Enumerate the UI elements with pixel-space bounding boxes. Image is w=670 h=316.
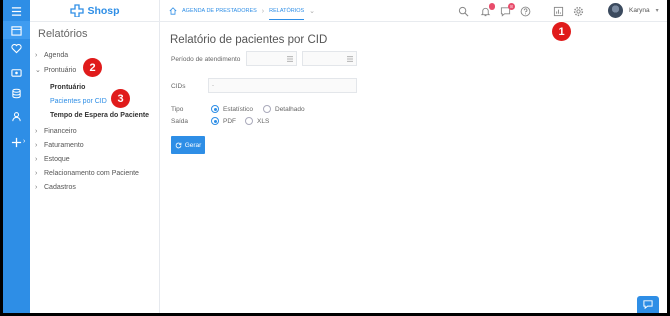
brand-logo[interactable]: Shosp <box>30 0 160 22</box>
sidebar-item-prontuario[interactable]: ⌄ Prontuário <box>35 66 77 75</box>
sidebar-item-label: Cadastros <box>44 184 76 191</box>
avatar[interactable] <box>608 3 623 18</box>
chevron-right-icon: › <box>35 128 38 135</box>
sidebar-item-faturamento[interactable]: › Faturamento <box>35 142 84 149</box>
main-content: Relatório de pacientes por CID Período d… <box>160 22 667 313</box>
sidebar-subitem-pacientes-por-cid[interactable]: Pacientes por CID <box>50 98 107 105</box>
sidebar-item-label: Agenda <box>44 52 69 59</box>
chevron-right-icon: › <box>261 7 265 15</box>
period-label: Período de atendimento <box>171 56 241 63</box>
sidebar-item-label: Prontuário <box>44 66 77 74</box>
menu-icon[interactable] <box>3 2 30 20</box>
generate-button[interactable]: Gerar <box>171 136 205 154</box>
sidebar-item-cadastros[interactable]: › Cadastros <box>35 184 76 191</box>
breadcrumb-item-relatorios[interactable]: RELATÓRIOS <box>269 2 305 20</box>
period-to-field[interactable] <box>302 51 357 66</box>
cids-field[interactable]: - <box>208 78 357 93</box>
chevron-right-icon: › <box>35 52 38 59</box>
sidebar-item-label: Faturamento <box>44 142 84 149</box>
sidebar-item-label: Estoque <box>44 156 70 163</box>
chevron-down-icon: ▾ <box>655 8 659 14</box>
sidebar-subitem-prontuario[interactable]: Prontuário <box>50 84 85 91</box>
radio-unselected[interactable] <box>263 105 271 113</box>
sidebar-item-label: Financeiro <box>44 128 77 135</box>
wallet-icon[interactable] <box>3 63 30 81</box>
heart-icon[interactable] <box>3 39 30 57</box>
user-menu[interactable]: Karyna ▾ <box>608 3 659 18</box>
chat-support-button[interactable] <box>637 296 659 313</box>
period-from-field[interactable] <box>246 51 297 66</box>
plus-icon[interactable] <box>3 133 30 151</box>
cids-label: CIDs <box>171 83 186 90</box>
radio-selected[interactable] <box>211 105 219 113</box>
page-title: Relatório de pacientes por CID <box>170 34 328 46</box>
sidebar-item-financeiro[interactable]: › Financeiro <box>35 128 77 135</box>
help-icon[interactable] <box>518 4 532 18</box>
sidebar-item-relacionamento[interactable]: › Relacionamento com Paciente <box>35 170 139 177</box>
notification-badge <box>489 3 495 10</box>
reports-icon[interactable] <box>551 4 565 18</box>
sidebar-item-agenda[interactable]: › Agenda <box>35 52 68 59</box>
annotation-marker-3: 3 <box>111 89 130 108</box>
doctor-icon[interactable] <box>3 107 30 125</box>
chat-icon[interactable]: 8 <box>498 3 515 18</box>
tipo-radio-estatistico[interactable]: Estatístico <box>211 105 253 113</box>
left-rail: › <box>3 0 30 313</box>
user-name: Karyna <box>629 7 650 14</box>
cross-logo-icon <box>70 4 85 17</box>
saida-radio-xls[interactable]: XLS <box>245 117 269 125</box>
breadcrumb: AGENDA DE PRESTADORES › RELATÓRIOS ⌄ <box>169 0 315 22</box>
brand-name: Shosp <box>87 4 120 17</box>
chat-icon <box>643 300 653 309</box>
radio-unselected[interactable] <box>245 117 253 125</box>
annotation-marker-2: 2 <box>83 58 102 77</box>
bell-icon[interactable] <box>478 3 495 18</box>
calendar-icon[interactable] <box>287 56 293 62</box>
chevron-right-icon: › <box>35 142 38 149</box>
gear-icon[interactable] <box>571 4 585 18</box>
refresh-icon <box>175 142 182 148</box>
database-icon[interactable] <box>3 84 30 102</box>
chevron-down-icon[interactable]: ⌄ <box>309 7 315 15</box>
sidebar-item-estoque[interactable]: › Estoque <box>35 156 70 163</box>
generate-label: Gerar <box>184 141 202 149</box>
chevron-right-icon: › <box>35 184 38 191</box>
sidebar: Shosp Relatórios › Agenda ⌄ Prontuário P… <box>30 0 160 313</box>
calendar-icon[interactable] <box>347 56 353 62</box>
tipo-radio-detalhado[interactable]: Detalhado <box>263 105 305 113</box>
top-bar: AGENDA DE PRESTADORES › RELATÓRIOS ⌄ 8 K… <box>160 0 667 22</box>
chevron-right-icon: › <box>35 156 38 163</box>
radio-selected[interactable] <box>211 117 219 125</box>
tipo-label: Tipo <box>171 106 184 113</box>
message-badge: 8 <box>508 3 515 10</box>
app-window: › Shosp Relatórios › Agenda ⌄ Prontuário… <box>3 0 667 313</box>
breadcrumb-item-agenda[interactable]: AGENDA DE PRESTADORES <box>182 8 257 14</box>
calendar-icon[interactable] <box>3 21 30 39</box>
sidebar-item-label: Relacionamento com Paciente <box>44 170 139 177</box>
chevron-right-icon: › <box>35 170 38 177</box>
search-icon[interactable] <box>456 4 470 18</box>
saida-radio-pdf[interactable]: PDF <box>211 117 236 125</box>
home-icon[interactable] <box>169 7 177 15</box>
chevron-down-icon: ⌄ <box>35 67 41 74</box>
annotation-marker-1: 1 <box>552 22 571 41</box>
sidebar-title: Relatórios <box>38 28 88 40</box>
chevron-right-icon[interactable]: › <box>23 138 25 145</box>
sidebar-subitem-tempo-espera[interactable]: Tempo de Espera do Paciente <box>50 112 149 119</box>
saida-label: Saída <box>171 118 188 125</box>
